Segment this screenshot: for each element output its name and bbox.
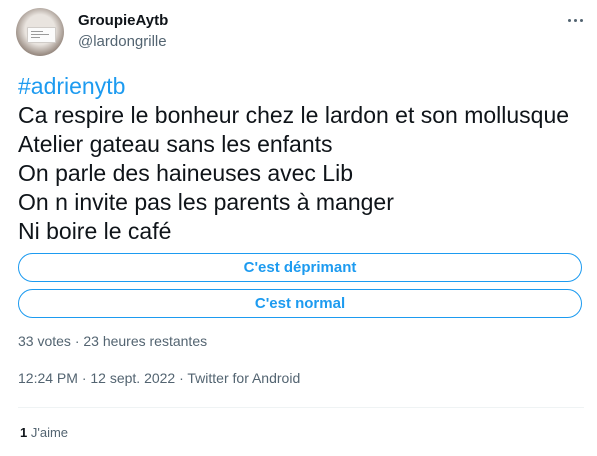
author-display-name[interactable]: GroupieAytb	[78, 12, 168, 29]
divider	[18, 407, 584, 408]
tweet-line: On n invite pas les parents à manger	[18, 189, 394, 215]
poll-meta: 33 votes · 23 heures restantes	[18, 333, 208, 349]
likes-label: J'aime	[30, 425, 69, 440]
poll-option-deprimant-button[interactable]: C'est déprimant	[18, 253, 582, 282]
tweet-text: #adrienytb Ca respire le bonheur chez le…	[18, 72, 569, 246]
tweet-line: Ca respire le bonheur chez le lardon et …	[18, 102, 570, 128]
avatar[interactable]	[16, 8, 64, 56]
likes-number: 1	[20, 425, 28, 440]
avatar-card-graphic	[27, 27, 56, 43]
more-options-icon[interactable]	[562, 10, 588, 30]
tweet-line: Atelier gateau sans les enfants	[18, 131, 333, 157]
tweet-line: On parle des haineuses avec Lib	[18, 160, 353, 186]
likes-count[interactable]: 1 J'aime	[20, 425, 68, 440]
tweet-line: Ni boire le café	[18, 218, 172, 244]
poll-option-normal-button[interactable]: C'est normal	[18, 289, 582, 318]
hashtag-link[interactable]: #adrienytb	[18, 73, 125, 99]
author-handle[interactable]: @lardongrille	[78, 33, 167, 50]
tweet-timestamp[interactable]: 12:24 PM · 12 sept. 2022 · Twitter for A…	[18, 370, 300, 386]
